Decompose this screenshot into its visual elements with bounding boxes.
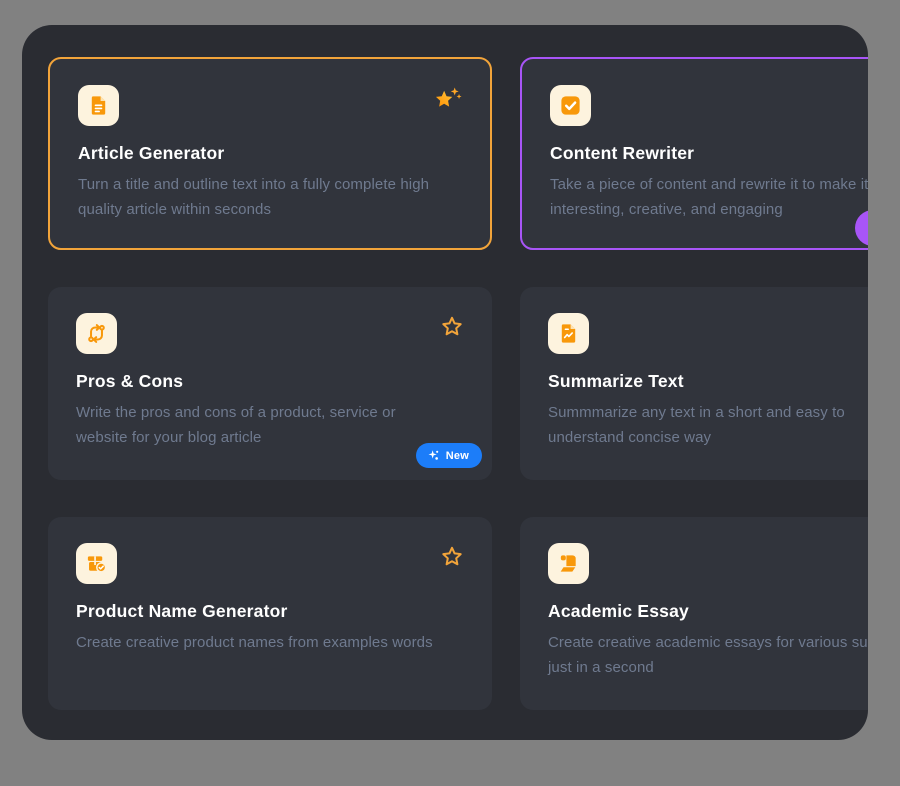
card-title: Product Name Generator <box>76 601 464 621</box>
favorite-star-filled-icon[interactable] <box>433 86 462 111</box>
swap-arrows-icon <box>76 313 117 354</box>
card-description: Create creative academic essays for vari… <box>548 630 868 680</box>
card-header <box>76 313 464 354</box>
card-title: Summarize Text <box>548 371 868 391</box>
tools-panel: Article Generator Turn a title and outli… <box>22 25 868 740</box>
card-description: Take a piece of content and rewrite it t… <box>550 172 868 222</box>
product-box-icon <box>76 543 117 584</box>
new-badge[interactable]: New <box>416 443 482 468</box>
card-header <box>78 85 462 126</box>
card-header <box>548 543 868 584</box>
card-summarize-text[interactable]: Summarize Text Summmarize any text in a … <box>520 287 868 480</box>
card-header <box>548 313 868 354</box>
card-description: Summmarize any text in a short and easy … <box>548 400 868 450</box>
card-content-rewriter[interactable]: Content Rewriter Take a piece of content… <box>520 57 868 250</box>
article-document-icon <box>78 85 119 126</box>
card-title: Academic Essay <box>548 601 868 621</box>
card-header <box>550 85 868 126</box>
card-description: Write the pros and cons of a product, se… <box>76 400 441 450</box>
summary-document-icon <box>548 313 589 354</box>
card-title: Article Generator <box>78 143 462 163</box>
new-badge-label: New <box>446 450 469 462</box>
card-description: Turn a title and outline text into a ful… <box>78 172 443 222</box>
sparkle-icon <box>427 449 440 462</box>
card-description: Create creative product names from examp… <box>76 630 441 655</box>
card-title: Content Rewriter <box>550 143 868 163</box>
scroll-icon <box>548 543 589 584</box>
favorite-star-outline-icon[interactable] <box>440 314 464 338</box>
card-academic-essay[interactable]: Academic Essay Create creative academic … <box>520 517 868 710</box>
card-article-generator[interactable]: Article Generator Turn a title and outli… <box>48 57 492 250</box>
card-product-name-generator[interactable]: Product Name Generator Create creative p… <box>48 517 492 710</box>
card-header <box>76 543 464 584</box>
favorite-star-outline-icon[interactable] <box>440 544 464 568</box>
card-title: Pros & Cons <box>76 371 464 391</box>
tool-card-grid: Article Generator Turn a title and outli… <box>48 57 868 710</box>
checkbox-icon <box>550 85 591 126</box>
card-pros-cons[interactable]: Pros & Cons Write the pros and cons of a… <box>48 287 492 480</box>
